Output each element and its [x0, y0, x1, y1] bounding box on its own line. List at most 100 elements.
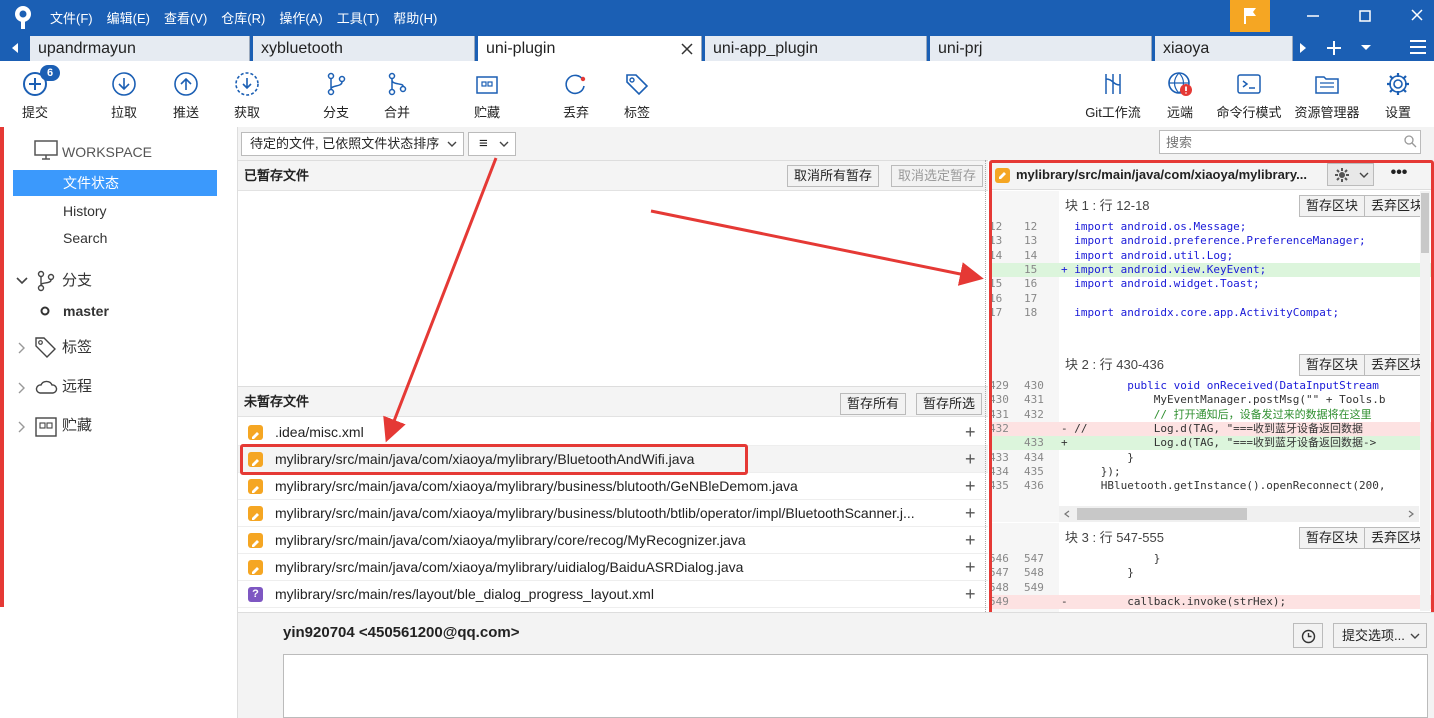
tab-scroll-left-icon[interactable] — [10, 42, 20, 54]
tab-uni-app-plugin[interactable]: uni-app_plugin — [705, 36, 927, 61]
close-tab-icon[interactable] — [681, 43, 693, 55]
file-row[interactable]: mylibrary/src/main/java/com/xiaoya/mylib… — [238, 473, 988, 500]
pull-label: 拉取 — [110, 105, 137, 120]
file-path: mylibrary/src/main/java/com/xiaoya/mylib… — [275, 559, 744, 575]
unstage-all-button[interactable]: 取消所有暂存 — [787, 165, 880, 187]
tab-upandrmayun[interactable]: upandrmayun — [30, 36, 250, 61]
stage-file-plus-icon[interactable]: + — [965, 527, 976, 553]
chevron-right-icon[interactable] — [18, 421, 26, 433]
file-row[interactable]: ? mylibrary/src/main/res/layout/ble_dial… — [238, 581, 988, 608]
close-window-icon[interactable] — [1406, 6, 1428, 26]
unstaged-files-header: 未暂存文件 暂存所有 暂存所选 — [238, 387, 988, 417]
terminal-button[interactable]: 命令行模式 — [1213, 61, 1285, 127]
sort-filter-dropdown[interactable]: 待定的文件, 已依照文件状态排序 — [241, 132, 464, 156]
stash-box-icon — [35, 417, 57, 437]
pull-button[interactable]: 拉取 — [101, 61, 147, 127]
globe-warning-icon — [1168, 72, 1192, 96]
file-row[interactable]: mylibrary/src/main/java/com/xiaoya/mylib… — [238, 527, 988, 554]
menu-file[interactable]: 文件(F) — [50, 8, 93, 27]
sidebar-item-file-status[interactable]: 文件状态 — [13, 170, 217, 196]
commit-history-button[interactable] — [1293, 623, 1323, 648]
tab-uni-plugin[interactable]: uni-plugin — [478, 36, 702, 61]
sidebar-item-history[interactable]: History — [63, 198, 233, 224]
menu-help[interactable]: 帮助(H) — [393, 8, 437, 27]
file-path: mylibrary/src/main/java/com/xiaoya/mylib… — [275, 505, 915, 521]
stage-selected-button[interactable]: 暂存所选 — [916, 393, 983, 415]
sidebar-section-stashes[interactable]: 贮藏 — [62, 413, 232, 439]
stage-file-plus-icon[interactable]: + — [965, 419, 976, 445]
sidebar-item-master[interactable]: master — [63, 298, 233, 324]
gitflow-icon — [1105, 74, 1121, 94]
file-row[interactable]: .idea/misc.xml + — [238, 419, 988, 446]
terminal-label: 命令行模式 — [1216, 105, 1282, 120]
chevron-down-icon[interactable] — [16, 277, 28, 285]
tab-xiaoya[interactable]: xiaoya — [1155, 36, 1293, 61]
branch-button[interactable]: 分支 — [313, 61, 359, 127]
repository-tabs: upandrmayun xybluetooth uni-plugin uni-a… — [0, 34, 1434, 61]
tab-uni-prj[interactable]: uni-prj — [930, 36, 1152, 61]
push-button[interactable]: 推送 — [163, 61, 209, 127]
tab-scroll-right-icon[interactable] — [1298, 42, 1308, 54]
file-path: .idea/misc.xml — [275, 424, 364, 440]
chevron-right-icon[interactable] — [18, 382, 26, 394]
hamburger-menu-icon[interactable] — [1409, 39, 1427, 55]
search-input[interactable] — [1159, 130, 1421, 154]
stash-button[interactable]: 贮藏 — [464, 61, 510, 127]
sidebar-section-remotes[interactable]: 远程 — [62, 374, 232, 400]
gear-icon — [1387, 73, 1409, 95]
tab-xybluetooth[interactable]: xybluetooth — [253, 36, 475, 61]
gitflow-button[interactable]: Git工作流 — [1078, 61, 1148, 127]
toolbar: 6 提交 拉取 推送 获取 分支 合并 贮藏 丢弃 标签 Git工作流 远端 命… — [0, 61, 1434, 127]
fetch-button[interactable]: 获取 — [224, 61, 270, 127]
menu-view[interactable]: 查看(V) — [164, 8, 207, 27]
sidebar-item-search[interactable]: Search — [63, 225, 233, 251]
sort-filter-label: 待定的文件, 已依照文件状态排序 — [250, 136, 440, 151]
tag-button[interactable]: 标签 — [614, 61, 660, 127]
stage-file-plus-icon[interactable]: + — [965, 554, 976, 580]
commit-author: yin920704 <450561200@qq.com> — [283, 624, 520, 641]
merge-label: 合并 — [383, 105, 410, 120]
stage-file-plus-icon[interactable]: + — [965, 500, 976, 526]
explorer-button[interactable]: 资源管理器 — [1291, 61, 1363, 127]
notification-flag-button[interactable] — [1230, 0, 1270, 32]
new-tab-plus-icon[interactable] — [1324, 38, 1344, 58]
commit-button[interactable]: 6 提交 — [12, 61, 60, 127]
highlight-box-selected-file — [240, 444, 748, 475]
discard-label: 丢弃 — [562, 105, 589, 120]
search-bar-area — [988, 127, 1434, 160]
menu-tools[interactable]: 工具(T) — [337, 8, 380, 27]
stage-file-plus-icon[interactable]: + — [965, 581, 976, 607]
stage-file-plus-icon[interactable]: + — [965, 446, 976, 472]
remote-button[interactable]: 远端 — [1157, 61, 1203, 127]
branch-icon — [327, 72, 346, 96]
unstage-selected-button[interactable]: 取消选定暂存 — [891, 165, 984, 187]
branch-icon — [37, 270, 55, 292]
minimize-icon[interactable] — [1302, 6, 1324, 26]
view-mode-dropdown[interactable]: ≡ — [468, 132, 516, 156]
sidebar-section-tags[interactable]: 标签 — [62, 335, 232, 361]
merge-button[interactable]: 合并 — [374, 61, 420, 127]
menu-edit[interactable]: 编辑(E) — [107, 8, 150, 27]
tab-label: uni-prj — [938, 40, 983, 57]
commit-options-dropdown[interactable]: 提交选项... — [1333, 623, 1427, 648]
discard-button[interactable]: 丢弃 — [553, 61, 599, 127]
tab-label: uni-plugin — [486, 40, 556, 57]
tab-dropdown-icon[interactable] — [1360, 44, 1372, 52]
commit-message-input[interactable] — [283, 654, 1428, 718]
modified-pencil-icon — [248, 506, 263, 521]
commit-label: 提交 — [21, 105, 48, 120]
menu-repository[interactable]: 仓库(R) — [221, 8, 265, 27]
push-arrow-up-icon — [174, 72, 198, 96]
file-row[interactable]: mylibrary/src/main/java/com/xiaoya/mylib… — [238, 500, 988, 527]
workspace-heading: WORKSPACE — [62, 144, 152, 160]
branch-label: 分支 — [322, 105, 349, 120]
settings-button[interactable]: 设置 — [1375, 61, 1421, 127]
maximize-icon[interactable] — [1354, 6, 1376, 26]
file-row[interactable]: mylibrary/src/main/java/com/xiaoya/mylib… — [238, 554, 988, 581]
sidebar-section-branches[interactable]: 分支 — [62, 268, 232, 294]
stage-file-plus-icon[interactable]: + — [965, 473, 976, 499]
stage-all-button[interactable]: 暂存所有 — [840, 393, 907, 415]
chevron-right-icon[interactable] — [18, 342, 26, 354]
chevron-down-icon — [447, 141, 457, 147]
menu-actions[interactable]: 操作(A) — [279, 8, 322, 27]
